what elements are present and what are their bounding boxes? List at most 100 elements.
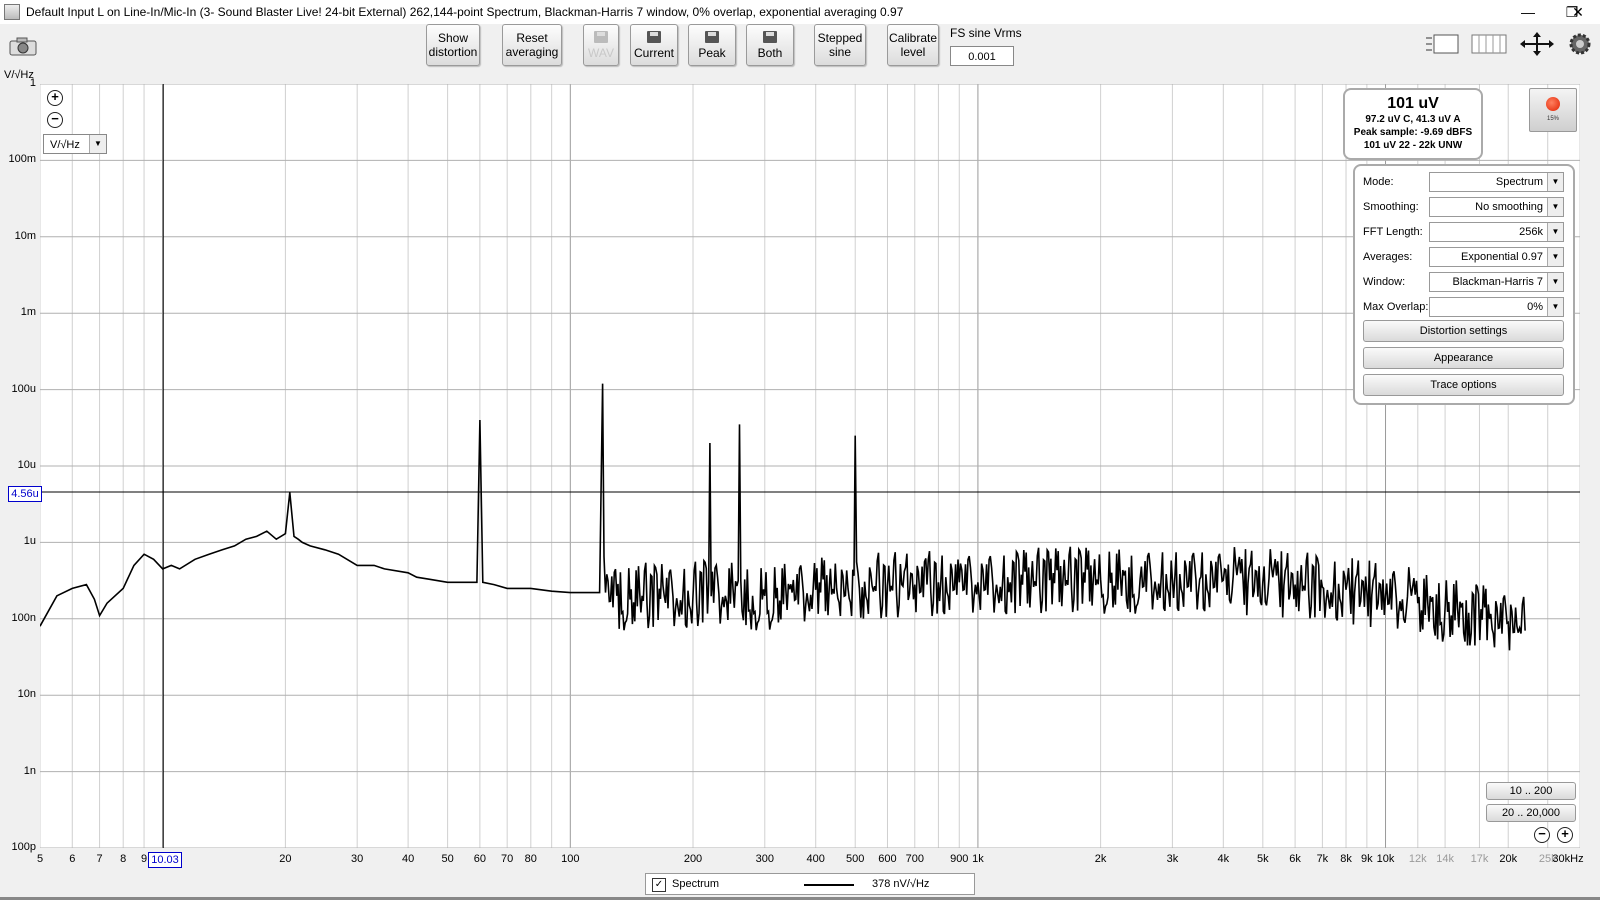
x-tick-label: 600 [878, 853, 897, 865]
x-tick-label: 10k [1376, 853, 1395, 865]
current-label: Current [633, 45, 674, 60]
zoom-in-x-icon[interactable]: + [1557, 827, 1573, 843]
save-icon [763, 30, 777, 43]
setting-row: Mode: Spectrum ▼ [1363, 172, 1567, 192]
record-percent: 15% [1546, 116, 1559, 122]
settings-panel: Mode: Spectrum ▼ Smoothing: No smoothing ▼ FFT… [1353, 164, 1575, 405]
setting-select[interactable]: Spectrum ▼ [1429, 172, 1564, 192]
peak-label: Peak [698, 45, 726, 60]
x-tick-label: 500 [846, 853, 865, 865]
setting-label: Averages: [1363, 251, 1413, 263]
x-tick-label: 7 [96, 853, 103, 865]
save-both-button[interactable]: Both [746, 24, 794, 66]
trace-options-button[interactable]: Trace options [1363, 374, 1564, 396]
move-icon[interactable] [1519, 32, 1555, 61]
appearance-button[interactable]: Appearance [1363, 347, 1564, 369]
x-cursor-readout: 10.03 [148, 852, 182, 868]
reset-averaging-button[interactable]: Reset averaging [502, 24, 562, 66]
both-label: Both [757, 45, 783, 60]
columns-icon[interactable] [1471, 32, 1507, 61]
spectrum-plot[interactable] [40, 84, 1580, 848]
reset-averaging-label-1: Reset [516, 31, 548, 45]
level-unweighted: 101 uV 22 - 22k UNW [1363, 140, 1463, 151]
wav-label: WAV [588, 45, 614, 60]
calibrate-label-1: Calibrate [888, 31, 938, 45]
wav-button[interactable]: WAV [583, 24, 619, 66]
app-icon [4, 4, 20, 20]
calibrate-level-button[interactable]: Calibrate level [887, 24, 939, 66]
x-tick-label: 100 [561, 853, 580, 865]
stepped-sine-button[interactable]: Stepped sine [814, 24, 866, 66]
y-tick-label: 1 [29, 77, 36, 89]
show-distortion-button[interactable]: Show distortion [426, 24, 480, 66]
setting-label: Max Overlap: [1363, 301, 1429, 313]
zoom-out-icon[interactable]: − [47, 112, 63, 128]
camera-icon[interactable] [8, 36, 38, 56]
legend-value: 378 nV/√Hz [872, 878, 930, 890]
setting-select[interactable]: 256k ▼ [1429, 222, 1564, 242]
stepped-sine-label-1: Stepped [817, 31, 863, 45]
chevron-down-icon: ▼ [1547, 248, 1563, 266]
x-tick-label: 2k [1094, 853, 1107, 865]
setting-select[interactable]: Blackman-Harris 7 ▼ [1429, 272, 1564, 292]
save-current-button[interactable]: Current [630, 24, 678, 66]
save-peak-button[interactable]: Peak [688, 24, 736, 66]
record-icon [1546, 97, 1560, 111]
x-tick-label: 200 [683, 853, 703, 865]
close-button[interactable]: ✕ [1556, 0, 1600, 24]
legend: ✓ Spectrum 378 nV/√Hz [645, 873, 975, 895]
x-tick-label: 5 [36, 853, 44, 865]
zoom-out-x-icon[interactable]: − [1534, 827, 1550, 843]
setting-label: Mode: [1363, 176, 1394, 188]
distortion-settings-button[interactable]: Distortion settings [1363, 320, 1564, 342]
x-tick-label: 40 [401, 853, 415, 865]
zoom-in-icon[interactable]: + [47, 90, 63, 106]
x-tick-label: 6k [1289, 853, 1301, 865]
setting-row: FFT Length: 256k ▼ [1363, 222, 1567, 242]
setting-select[interactable]: 0% ▼ [1429, 297, 1564, 317]
chevron-down-icon: ▼ [1547, 173, 1563, 191]
spectrum-checkbox[interactable]: ✓ [652, 878, 666, 892]
x-tick-label: 30kHz [1552, 853, 1584, 865]
record-button[interactable]: 15% [1529, 88, 1577, 132]
x-tick-label: 9 [140, 853, 148, 865]
range-20-20000-button[interactable]: 20 .. 20,000 [1486, 804, 1576, 822]
chevron-down-icon: ▼ [1547, 198, 1563, 216]
setting-label: FFT Length: [1363, 226, 1423, 238]
y-tick-label: 10n [17, 688, 36, 701]
setting-select[interactable]: No smoothing ▼ [1429, 197, 1564, 217]
setting-row: Max Overlap: 0% ▼ [1363, 297, 1567, 317]
x-tick-label: 1k [972, 853, 984, 865]
setting-value: Spectrum [1495, 176, 1543, 188]
save-icon [705, 30, 719, 43]
setting-value: Exponential 0.97 [1461, 251, 1543, 263]
setting-value: 256k [1519, 226, 1543, 238]
y-tick-label: 1n [23, 764, 36, 777]
setting-value: 0% [1527, 301, 1543, 313]
x-tick-label: 20 [279, 853, 292, 865]
x-tick-label: 4k [1217, 853, 1230, 865]
y-tick-label: 1u [23, 535, 36, 548]
gear-icon[interactable] [1568, 32, 1592, 61]
fs-sine-input[interactable]: 0.001 [950, 46, 1014, 66]
y-tick-label: 10u [17, 459, 36, 471]
level-meter: 101 uV 97.2 uV C, 41.3 uV A Peak sample:… [1343, 88, 1483, 160]
setting-label: Window: [1363, 276, 1406, 288]
setting-select[interactable]: Exponential 0.97 ▼ [1429, 247, 1564, 267]
x-tick-label: 12k [1408, 853, 1427, 865]
legend-series-name: Spectrum [672, 878, 720, 890]
x-tick-label: 14k [1436, 853, 1454, 865]
title-bar: Default Input L on Line-In/Mic-In (3- So… [0, 0, 1600, 24]
y-tick-label: 100p [11, 841, 36, 853]
y-tick-label: 100m [8, 153, 36, 166]
y-cursor-readout: 4.56u [8, 486, 42, 502]
range-10-200-button[interactable]: 10 .. 200 [1486, 782, 1576, 800]
chevron-down-icon: ▼ [1547, 298, 1563, 316]
x-tick-label: 700 [905, 853, 924, 865]
layout-icon[interactable] [1424, 32, 1460, 61]
unit-select[interactable]: V/√Hz ▼ [43, 134, 107, 154]
minimize-button[interactable]: — [1506, 0, 1550, 24]
level-weighted: 97.2 uV C, 41.3 uV A [1365, 114, 1461, 125]
chevron-down-icon: ▼ [1547, 273, 1563, 291]
show-distortion-label-1: Show [437, 31, 469, 45]
